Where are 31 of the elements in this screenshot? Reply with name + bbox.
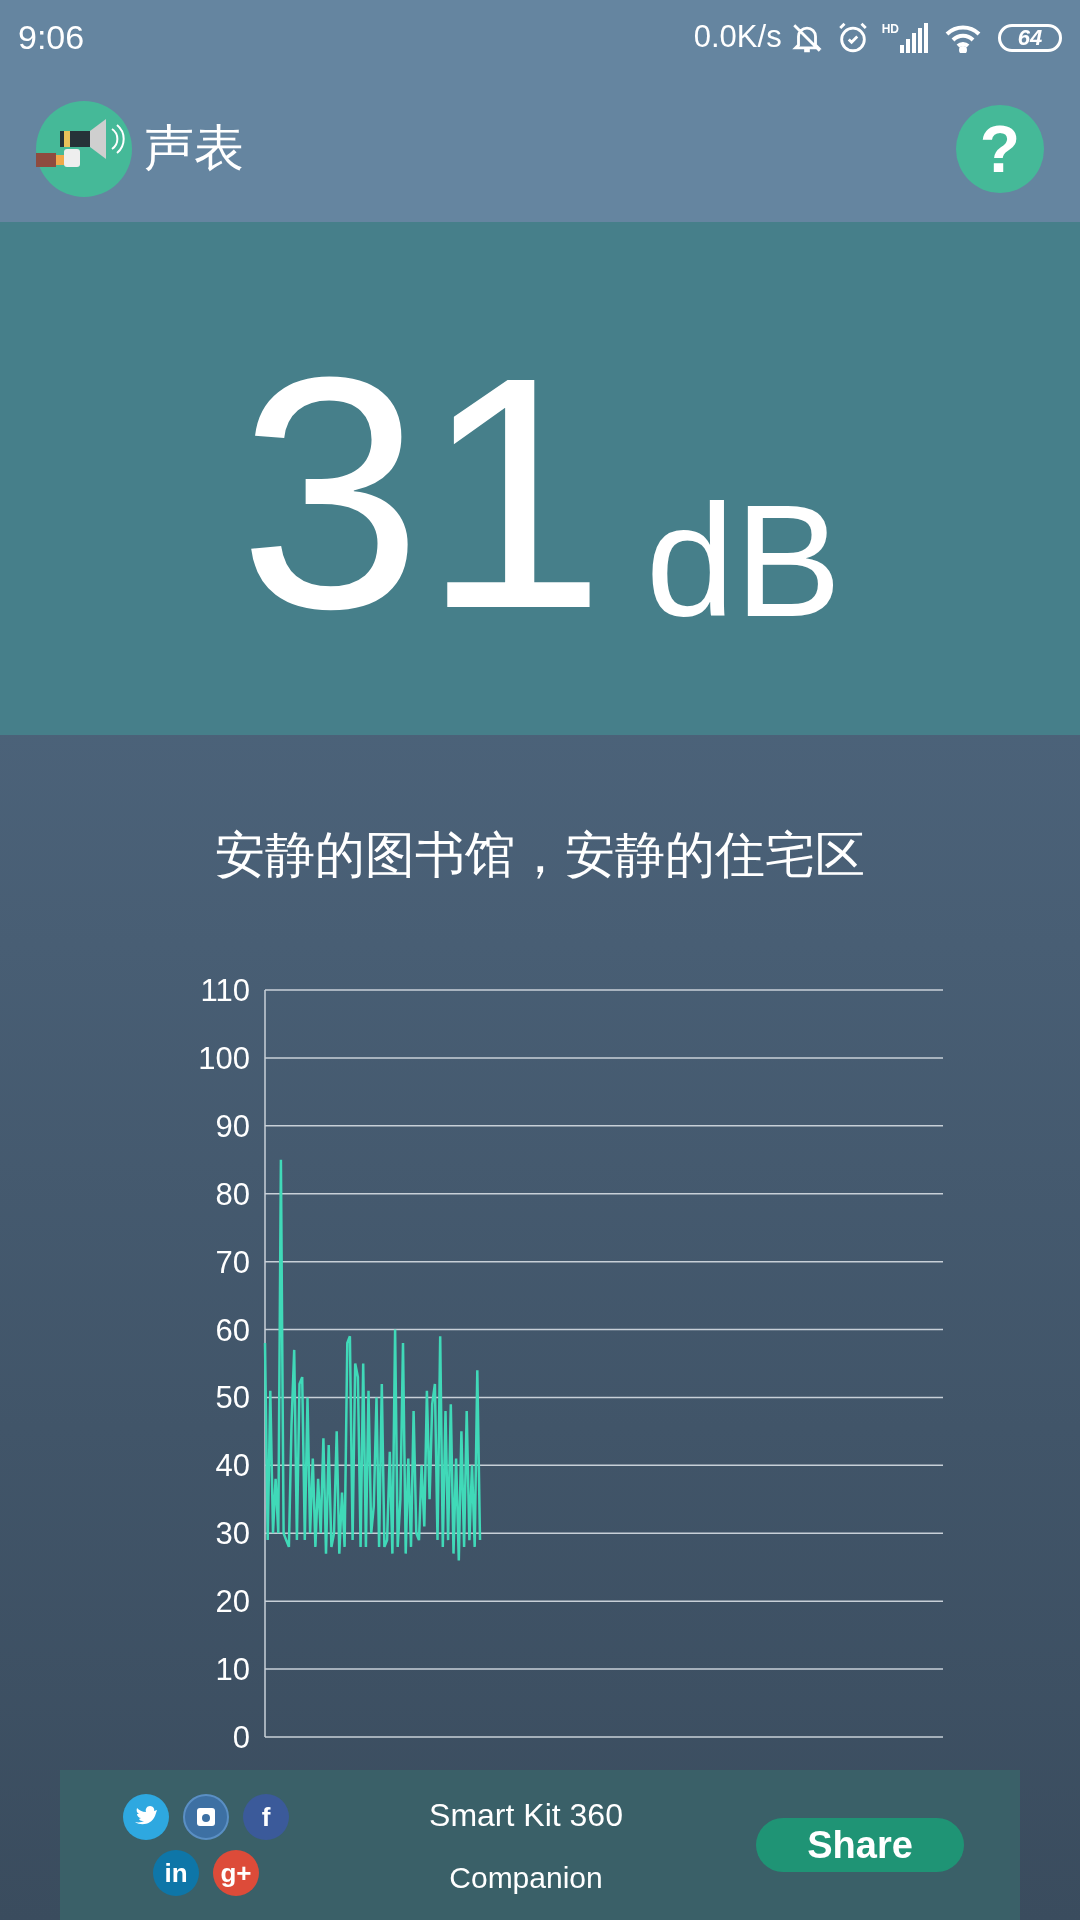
promo-title: Smart Kit 360	[429, 1795, 623, 1835]
googleplus-button[interactable]: g+	[213, 1850, 259, 1896]
promo-subtitle: Companion	[449, 1859, 603, 1896]
megaphone-logo-icon	[36, 100, 132, 197]
help-button[interactable]: ?	[956, 104, 1044, 193]
bird-icon[interactable]	[123, 1794, 169, 1840]
noise-description: 安静的图书馆，安静的住宅区	[215, 830, 865, 880]
decibel-unit: dB	[645, 497, 842, 625]
y-axis-label: 10	[215, 1652, 250, 1688]
y-axis-label: 70	[215, 1244, 250, 1280]
y-axis-label: 100	[198, 1040, 250, 1076]
y-axis-label: 90	[215, 1108, 250, 1144]
y-axis-label: 50	[215, 1380, 250, 1416]
y-axis-label: 40	[215, 1448, 250, 1484]
y-axis-label: 30	[215, 1516, 250, 1552]
y-axis-label: 60	[215, 1312, 250, 1348]
network-type-label: HD	[881, 22, 899, 35]
network-speed: 0.0K/s	[693, 18, 782, 57]
y-axis-label: 110	[200, 973, 250, 1008]
signal-icon	[900, 22, 928, 53]
facebook-button[interactable]: f	[243, 1794, 289, 1840]
battery-indicator: 64	[998, 23, 1062, 52]
y-axis-label: 20	[215, 1584, 250, 1620]
share-button[interactable]: Share	[756, 1818, 964, 1872]
linkedin-button[interactable]: in	[153, 1850, 199, 1896]
y-axis-label: 80	[215, 1176, 250, 1212]
camera-icon[interactable]	[183, 1794, 229, 1840]
decibel-value: 31	[238, 361, 606, 625]
app-title: 声表	[144, 119, 244, 178]
status-time: 9:06	[18, 17, 85, 58]
y-axis-label: 0	[232, 1720, 250, 1755]
